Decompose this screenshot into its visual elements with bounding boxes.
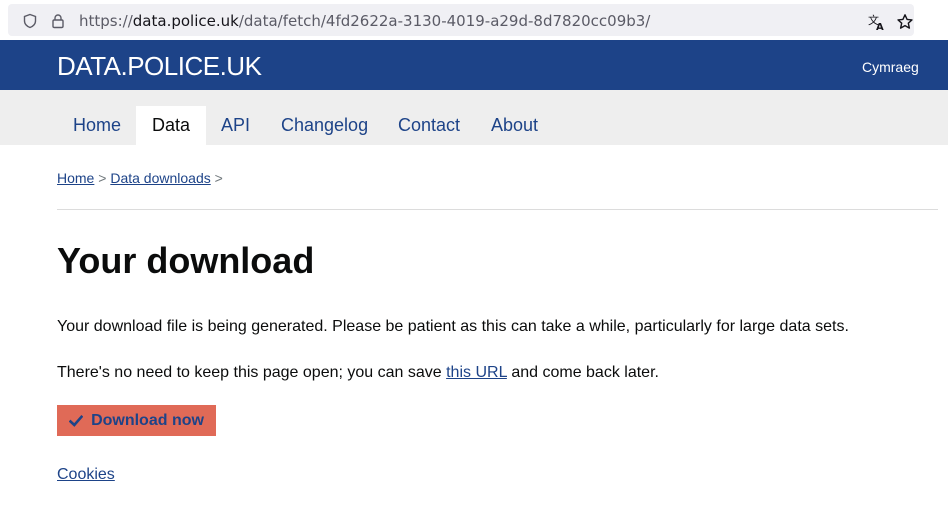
shield-icon[interactable] (22, 13, 38, 29)
url-prefix: https:// (79, 12, 133, 30)
nav-changelog[interactable]: Changelog (281, 106, 368, 145)
url-path: /data/fetch/4fd2622a-3130-4019-a29d-8d78… (238, 12, 651, 30)
info-paragraph: Your download file is being generated. P… (57, 318, 849, 335)
address-bar[interactable]: https://data.police.uk/data/fetch/4fd262… (8, 4, 914, 36)
divider (57, 209, 938, 210)
page-title: Your download (57, 240, 315, 281)
download-now-button[interactable]: Download now (57, 405, 216, 436)
site-header: DATA.POLICE.UK Cymraeg (0, 40, 948, 90)
bookmark-star-icon[interactable] (896, 13, 914, 31)
browser-toolbar: https://data.police.uk/data/fetch/4fd262… (0, 0, 948, 40)
breadcrumb-data-downloads[interactable]: Data downloads (110, 170, 210, 186)
url-host: data.police.uk (132, 12, 239, 30)
save-url-text-before: There's no need to keep this page open; … (57, 364, 447, 381)
checkmark-icon (69, 414, 84, 427)
translate-icon[interactable]: 文 A (868, 13, 886, 31)
download-button-label: Download now (91, 411, 204, 429)
save-url-paragraph: There's no need to keep this page open; … (57, 364, 659, 382)
main-nav: Home Data API Changelog Contact About (0, 90, 948, 145)
breadcrumb-home[interactable]: Home (57, 170, 94, 186)
url-text[interactable]: https://data.police.uk/data/fetch/4fd262… (79, 12, 650, 30)
site-logo[interactable]: DATA.POLICE.UK (57, 51, 262, 82)
nav-data[interactable]: Data (136, 106, 207, 145)
save-url-text-after: and come back later. (506, 364, 659, 381)
nav-contact[interactable]: Contact (398, 106, 460, 145)
breadcrumb-separator: > (214, 170, 223, 186)
this-url-link[interactable]: this URL (446, 364, 507, 381)
language-link[interactable]: Cymraeg (862, 59, 919, 75)
svg-text:A: A (876, 22, 884, 31)
nav-home[interactable]: Home (73, 106, 121, 145)
cookies-link[interactable]: Cookies (57, 466, 115, 484)
breadcrumb-separator: > (98, 170, 107, 186)
nav-api[interactable]: API (221, 106, 250, 145)
nav-about[interactable]: About (491, 106, 538, 145)
breadcrumb: Home > Data downloads > (57, 170, 223, 186)
lock-icon[interactable] (50, 13, 66, 29)
